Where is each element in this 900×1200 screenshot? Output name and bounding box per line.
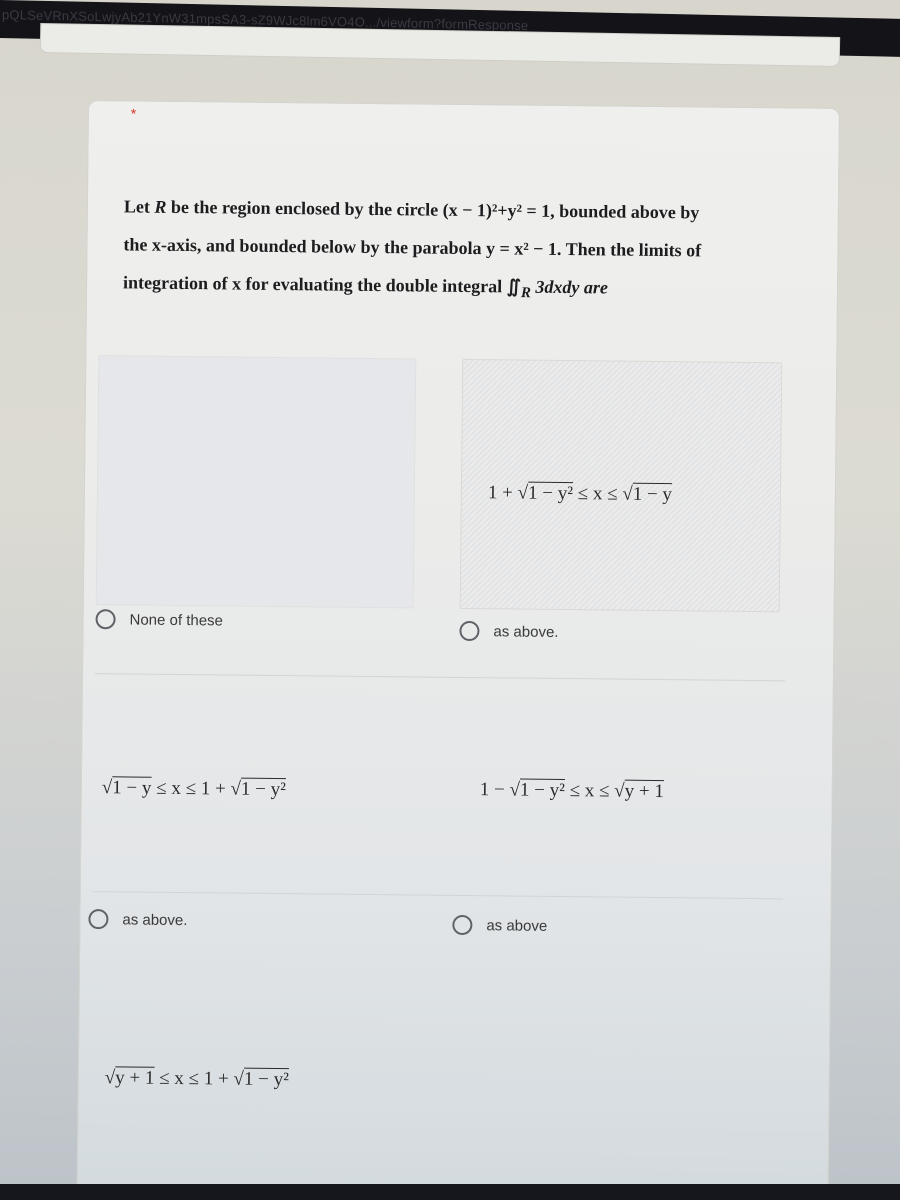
option-3-choice[interactable]: as above.: [88, 909, 188, 930]
option-none-of-these[interactable]: None of these: [95, 609, 223, 630]
option-5-formula: √y + 1 ≤ x ≤ 1 + √1 − y²: [104, 1067, 289, 1091]
option-4-choice[interactable]: as above: [452, 914, 548, 936]
question-card: * Let R be the region enclosed by the ci…: [76, 100, 840, 1200]
option-label: as above: [486, 916, 548, 935]
option-3-formula: √1 − y ≤ x ≤ 1 + √1 − y²: [101, 777, 286, 801]
divider: [94, 673, 785, 682]
radio-button[interactable]: [452, 914, 473, 936]
divider: [92, 891, 783, 900]
option-2-image: 1 + √1 − y² ≤ x ≤ √1 − y: [459, 358, 783, 613]
required-marker: *: [130, 105, 137, 122]
option-4-formula: 1 − √1 − y² ≤ x ≤ √y + 1: [479, 779, 664, 803]
option-2-formula: 1 + √1 − y² ≤ x ≤ √1 − y: [487, 482, 673, 506]
option-label: as above.: [493, 622, 559, 641]
question-line-3: integration of x for evaluating the doub…: [122, 272, 609, 302]
question-text: Let R be the region enclosed by the circ…: [123, 187, 804, 315]
option-2-choice[interactable]: as above.: [459, 620, 559, 642]
radio-button[interactable]: [95, 609, 116, 630]
screen-bezel: [0, 1184, 900, 1200]
option-1-image: [95, 355, 417, 609]
option-label: as above.: [122, 910, 188, 929]
option-label: None of these: [129, 610, 224, 629]
radio-button[interactable]: [459, 620, 480, 642]
radio-button[interactable]: [88, 909, 109, 930]
